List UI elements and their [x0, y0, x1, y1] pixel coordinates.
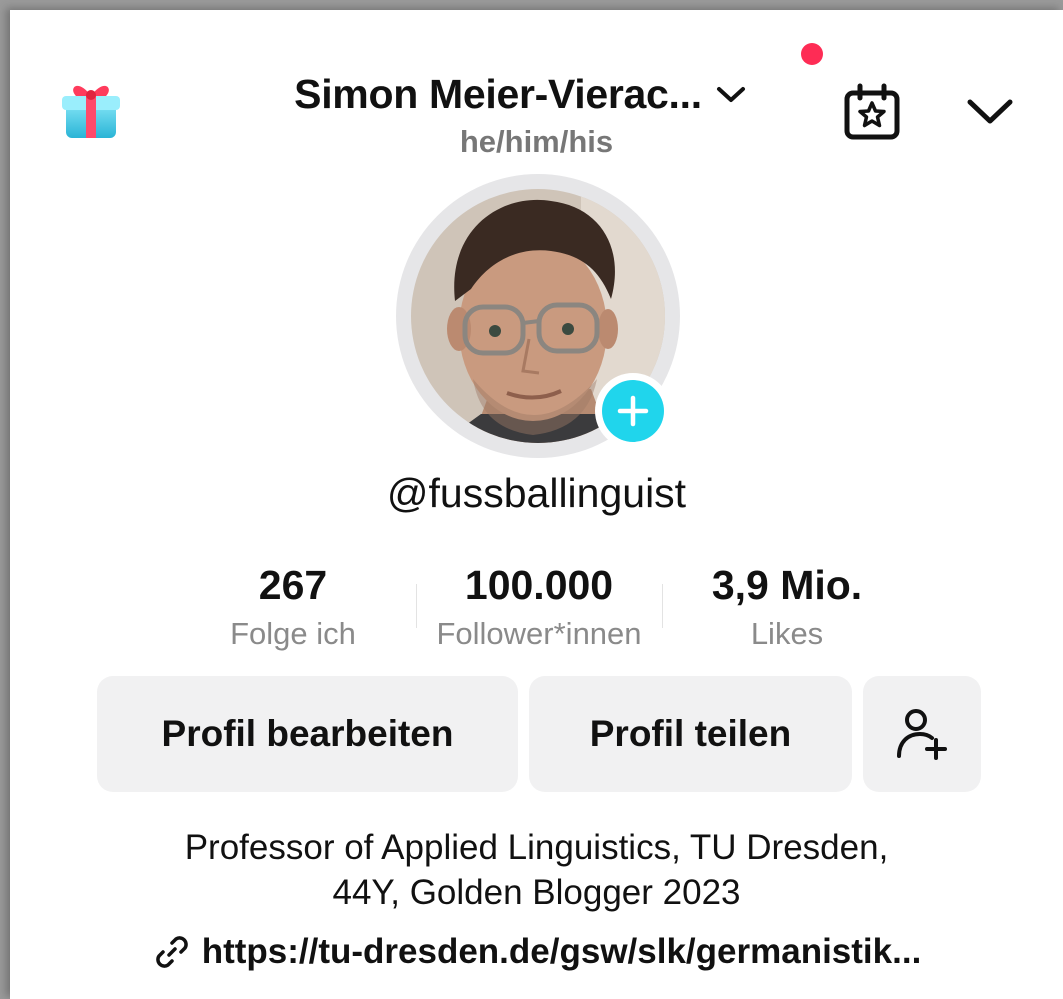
chevron-down-icon [716, 87, 745, 102]
plus-icon [602, 380, 664, 442]
add-user-icon [897, 709, 947, 760]
profile-handle: @fussballinguist [386, 470, 687, 516]
share-profile-button[interactable]: Profil teilen [529, 676, 852, 792]
profile-name: Simon Meier-Vierac... [294, 70, 702, 117]
pronouns: he/him/his [459, 124, 614, 159]
bio-line: 44Y, Golden Blogger 2023 [332, 873, 741, 912]
add-friends-button[interactable] [863, 676, 981, 792]
stat-followers[interactable]: 100.000 Follower*innen [414, 560, 664, 656]
account-switcher[interactable]: Simon Meier-Vierac... [210, 64, 830, 124]
stat-value: 100.000 [464, 562, 614, 608]
stat-divider [662, 584, 663, 628]
add-avatar-button[interactable] [595, 373, 671, 449]
chevron-down-icon[interactable] [965, 96, 1015, 126]
stat-likes[interactable]: 3,9 Mio. Likes [682, 560, 892, 656]
profile-bio: Professor of Applied Linguistics, TU Dre… [10, 825, 1063, 915]
stat-following[interactable]: 267 Folge ich [208, 560, 378, 656]
notification-dot [801, 43, 823, 65]
profile-link-text: https://tu-dresden.de/gsw/slk/germanisti… [201, 932, 922, 971]
edit-profile-button[interactable]: Profil bearbeiten [97, 676, 518, 792]
bio-line: Professor of Applied Linguistics, TU Dre… [184, 828, 889, 867]
stat-label: Follower*innen [436, 616, 642, 651]
profile-screen: Simon Meier-Vierac... he/him/his @fussba… [10, 10, 1063, 999]
stat-label: Likes [750, 616, 824, 651]
stat-label: Folge ich [230, 616, 356, 651]
profile-link[interactable]: https://tu-dresden.de/gsw/slk/germanisti… [10, 932, 1063, 972]
stat-value: 267 [258, 562, 328, 608]
stat-value: 3,9 Mio. [711, 562, 863, 608]
link-icon [155, 936, 188, 968]
